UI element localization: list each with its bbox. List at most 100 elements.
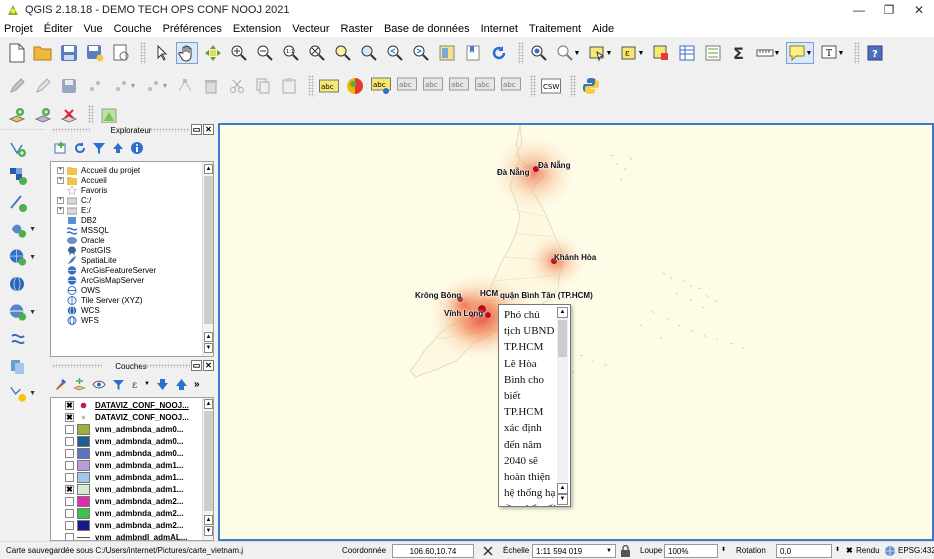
- scroll-up-button[interactable]: ▲: [204, 399, 213, 409]
- layers-tree[interactable]: ✖ DATAVIZ_CONF_NOOJ... ✖ DATAVIZ_CONF_NOOJ.…: [50, 397, 214, 541]
- tree-item[interactable]: + Accueil: [51, 175, 213, 185]
- magnifier-spinbox[interactable]: 100%: [664, 544, 718, 558]
- pan-touch-button[interactable]: [150, 42, 172, 64]
- field-calculator-button[interactable]: [702, 42, 724, 64]
- node-tool-button[interactable]: [174, 75, 196, 97]
- filter-icon[interactable]: [92, 141, 106, 155]
- rotate-label-button[interactable]: abc: [448, 75, 470, 97]
- attribute-table-button[interactable]: [676, 42, 698, 64]
- help-button[interactable]: ?: [864, 42, 886, 64]
- crs-globe-icon[interactable]: [884, 545, 896, 557]
- style-brush-icon[interactable]: [54, 378, 67, 391]
- map-canvas[interactable]: Đà Nẵng Đà Nẵng Khánh Hòa Krông Bông HCM…: [218, 123, 934, 541]
- tree-item[interactable]: + Accueil du projet: [51, 165, 213, 175]
- add-wfs-dropdown[interactable]: ▼: [8, 300, 36, 324]
- text-annotation-dropdown[interactable]: T ▼: [818, 42, 846, 64]
- layer-item[interactable]: vnm_admbnda_adm2...: [51, 519, 213, 531]
- add-vector-layer-button[interactable]: [8, 137, 36, 161]
- render-label[interactable]: Rendu: [856, 546, 880, 555]
- save-project-button[interactable]: [58, 42, 80, 64]
- float-panel-button[interactable]: ▭: [191, 124, 202, 135]
- zoom-full-button[interactable]: [306, 42, 328, 64]
- refresh-icon[interactable]: [73, 141, 87, 155]
- layer-visibility-checkbox[interactable]: [65, 496, 74, 506]
- layer-visibility-checkbox[interactable]: [65, 532, 74, 540]
- show-hide-labels-button[interactable]: abc: [500, 75, 522, 97]
- scroll-up-button[interactable]: ▲: [204, 332, 213, 342]
- zoom-next-button[interactable]: [410, 42, 432, 64]
- scroll-thumb[interactable]: [558, 320, 567, 357]
- layer-visibility-checkbox[interactable]: ✖: [65, 484, 74, 494]
- menu-vecteur[interactable]: Vecteur: [292, 23, 329, 35]
- deselect-button[interactable]: [650, 42, 672, 64]
- add-raster-layer-button[interactable]: [8, 164, 36, 188]
- add-virtual-layer-button[interactable]: [6, 105, 28, 127]
- float-panel-button[interactable]: ▭: [191, 360, 202, 371]
- restore-button[interactable]: ❐: [874, 0, 904, 20]
- menu-raster[interactable]: Raster: [341, 23, 373, 35]
- pan-to-selection-button[interactable]: [202, 42, 224, 64]
- spin-arrows-icon[interactable]: ⬍: [835, 546, 840, 553]
- layer-item[interactable]: ✖ DATAVIZ_CONF_NOOJ...: [51, 399, 213, 411]
- statistics-button[interactable]: Σ: [728, 42, 750, 64]
- lock-icon[interactable]: [620, 545, 631, 557]
- identify-button[interactable]: [528, 42, 550, 64]
- toggle-editing-button[interactable]: [32, 75, 54, 97]
- save-as-button[interactable]: [84, 42, 106, 64]
- move-feature-dropdown[interactable]: ▼: [110, 75, 138, 97]
- add-delimited-text-button[interactable]: [8, 191, 36, 215]
- layer-item[interactable]: vnm_admbnda_adm1...: [51, 459, 213, 471]
- tree-item[interactable]: ArcGisFeatureServer: [51, 265, 213, 275]
- copy-features-button[interactable]: [252, 75, 274, 97]
- point-binhtan[interactable]: [485, 312, 491, 318]
- scroll-up-button[interactable]: ▲: [557, 307, 568, 318]
- node-tool-dropdown[interactable]: ▼: [142, 75, 170, 97]
- expand-all-icon[interactable]: [156, 378, 169, 391]
- menu-couche[interactable]: Couche: [114, 23, 152, 35]
- crs-label[interactable]: EPSG:4326: [898, 546, 934, 555]
- menu-editer[interactable]: Éditer: [44, 23, 73, 35]
- layer-item[interactable]: vnm_admbnda_adm0...: [51, 447, 213, 459]
- menu-aide[interactable]: Aide: [592, 23, 614, 35]
- scale-combobox[interactable]: 1:11 594 019 ▼: [532, 544, 616, 558]
- map-tip-popup[interactable]: Phó chủ tịch UBND TP.HCM Lê Hòa Bình cho biết…: [498, 304, 571, 507]
- menu-traitement[interactable]: Traitement: [529, 23, 581, 35]
- tree-item[interactable]: Oracle: [51, 235, 213, 245]
- tree-item[interactable]: PostGIS: [51, 245, 213, 255]
- layer-item[interactable]: vnm_admbnda_adm1...: [51, 471, 213, 483]
- layer-item[interactable]: vnm_admbnda_adm0...: [51, 423, 213, 435]
- layer-visibility-checkbox[interactable]: [65, 448, 74, 458]
- scroll-thumb[interactable]: [204, 176, 213, 324]
- tree-item[interactable]: WFS: [51, 315, 213, 325]
- scroll-down-button[interactable]: ▼: [204, 526, 213, 536]
- new-shapefile-dropdown[interactable]: ▼: [8, 381, 36, 405]
- filter-expression-dropdown[interactable]: ε ▼: [131, 378, 150, 391]
- new-project-button[interactable]: [6, 42, 28, 64]
- add-spatialite-dropdown[interactable]: ▼: [8, 217, 36, 241]
- zoom-to-layer-button[interactable]: [358, 42, 380, 64]
- print-composer-button[interactable]: [110, 42, 132, 64]
- new-map-view-button[interactable]: [436, 42, 458, 64]
- save-edits-button[interactable]: [58, 75, 80, 97]
- expand-toggle[interactable]: +: [57, 206, 64, 214]
- menu-base-de-donnees[interactable]: Base de données: [384, 23, 470, 35]
- menu-vue[interactable]: Vue: [84, 23, 103, 35]
- scroll-up-button[interactable]: ▲: [557, 483, 568, 494]
- action-dropdown[interactable]: ▼: [554, 42, 582, 64]
- tree-item[interactable]: + E:/: [51, 205, 213, 215]
- tree-item[interactable]: OWS: [51, 285, 213, 295]
- add-wcs-button[interactable]: [8, 273, 36, 297]
- add-group-icon[interactable]: [73, 377, 86, 391]
- more-tools-button[interactable]: »: [194, 379, 200, 390]
- csw-button[interactable]: CSW: [540, 75, 562, 97]
- zoom-out-button[interactable]: [254, 42, 276, 64]
- scroll-up-button[interactable]: ▲: [204, 515, 213, 525]
- add-mssql-layer-button[interactable]: [8, 328, 36, 352]
- add-selected-layers-icon[interactable]: [54, 141, 68, 155]
- collapse-all-icon[interactable]: [111, 141, 125, 155]
- tree-item[interactable]: DB2: [51, 215, 213, 225]
- zoom-to-selection-button[interactable]: [332, 42, 354, 64]
- render-checkbox-icon[interactable]: ✖: [846, 546, 853, 555]
- current-edits-button[interactable]: [6, 75, 28, 97]
- layer-visibility-checkbox[interactable]: [65, 520, 74, 530]
